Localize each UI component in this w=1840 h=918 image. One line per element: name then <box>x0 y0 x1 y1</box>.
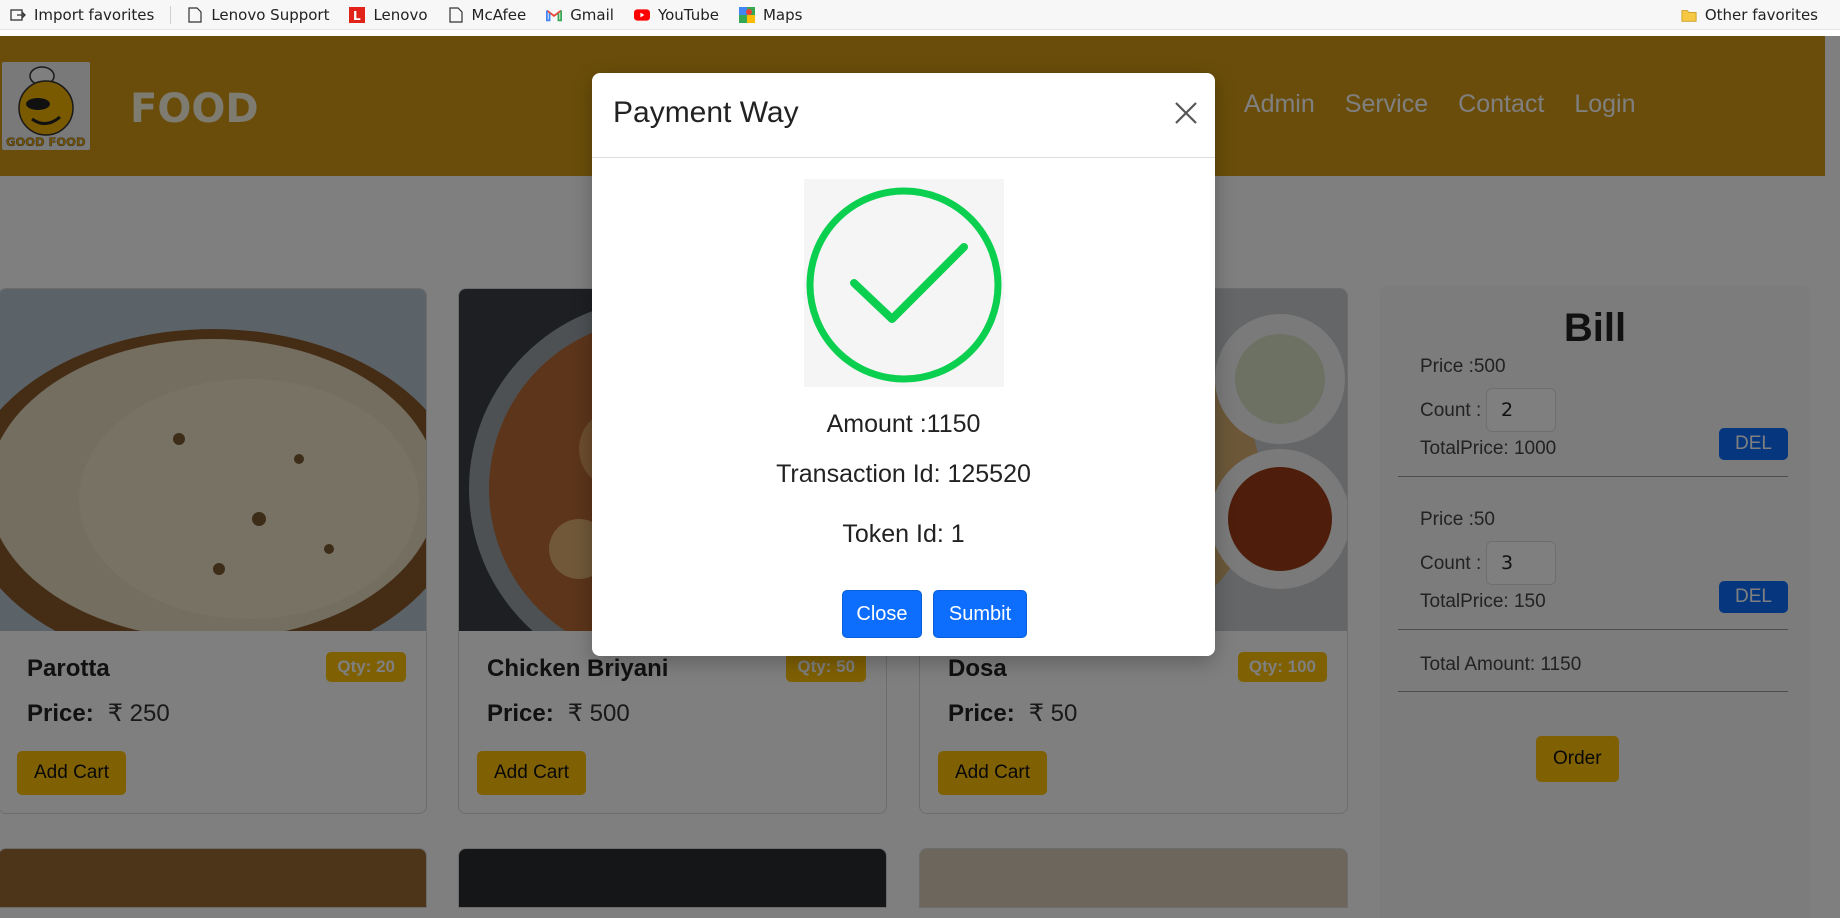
modal-header: Payment Way <box>592 73 1215 158</box>
favorite-youtube[interactable]: YouTube <box>624 0 729 30</box>
maps-icon <box>738 6 755 23</box>
favorite-maps[interactable]: Maps <box>729 0 812 30</box>
close-button[interactable]: Close <box>842 590 922 638</box>
page-icon <box>187 6 203 23</box>
page-icon <box>448 6 464 23</box>
favorite-label: Lenovo <box>373 5 428 24</box>
gmail-icon <box>546 7 563 23</box>
favorite-label: McAfee <box>471 5 527 24</box>
folder-icon <box>1681 7 1697 23</box>
other-favorites-label: Other favorites <box>1704 6 1818 24</box>
favorite-label: Maps <box>762 5 803 24</box>
other-favorites[interactable]: Other favorites <box>1671 0 1828 30</box>
favorite-gmail[interactable]: Gmail <box>536 0 624 30</box>
favorite-lenovo-support[interactable]: Lenovo Support <box>177 0 339 30</box>
success-check-icon <box>804 179 1004 387</box>
favorite-label: Import favorites <box>34 5 155 24</box>
favorite-label: Gmail <box>570 5 614 24</box>
favorite-import[interactable]: Import favorites <box>0 0 164 30</box>
lenovo-icon: L <box>349 6 366 23</box>
svg-text:L: L <box>353 9 361 23</box>
submit-button[interactable]: Sumbit <box>933 590 1027 638</box>
transaction-id-text: Transaction Id: 125520 <box>776 460 1031 488</box>
favorite-label: Lenovo Support <box>211 5 330 24</box>
divider <box>170 5 172 24</box>
token-id-text: Token Id: 1 <box>842 520 965 548</box>
youtube-icon <box>633 7 650 23</box>
payment-modal: Payment Way Amount :1150 Transaction Id:… <box>592 73 1215 656</box>
modal-title: Payment Way <box>613 96 799 129</box>
favorite-lenovo[interactable]: L Lenovo <box>339 0 437 30</box>
amount-text: Amount :1150 <box>826 410 981 438</box>
close-icon[interactable] <box>1173 100 1199 126</box>
favorite-mcafee[interactable]: McAfee <box>438 0 537 30</box>
favorite-label: YouTube <box>657 5 719 24</box>
favorites-bar: Import favorites Lenovo Support L Lenovo… <box>0 0 1840 30</box>
import-icon <box>10 7 26 23</box>
